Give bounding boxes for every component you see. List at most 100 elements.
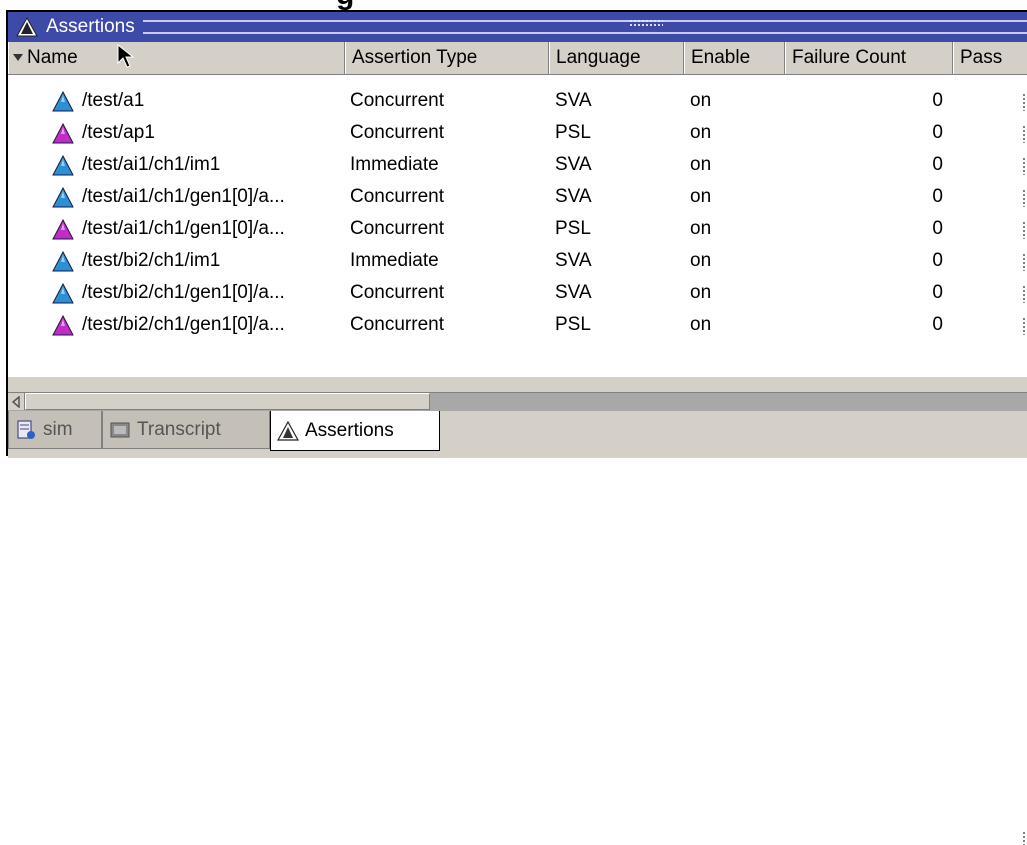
transcript-icon [109,419,131,441]
assertions-icon [14,14,40,40]
scroll-left-arrow-icon [11,395,20,408]
cell-pass-truncated [1022,125,1026,143]
cell-pass-truncated [1022,253,1026,271]
resize-grip-dots [1022,831,1026,845]
column-header-pass-label: Pass [960,47,1003,68]
titlebar-grip[interactable] [142,19,1027,34]
column-header-name[interactable]: Name [8,42,345,74]
cell-failure-count: 0 [932,122,943,143]
column-header-name-label: Name [27,47,78,68]
tab-sim[interactable]: sim [8,411,102,449]
column-header-failure-count-label: Failure Count [792,47,907,68]
cell-pass-truncated [1022,285,1026,303]
scroll-left-button[interactable] [8,393,25,410]
cell-type: Concurrent [350,218,444,239]
tab-transcript-label: Transcript [137,418,221,440]
table-row[interactable]: /test/bi2/ch1/im1 Immediate SVA on 0 [8,245,1027,277]
column-header-language[interactable]: Language [549,42,684,74]
horizontal-scrollbar[interactable] [8,392,1027,411]
cell-failure-count: 0 [932,314,943,335]
cell-type: Immediate [350,154,439,175]
cell-language: SVA [555,282,592,303]
mouse-pointer-icon [117,44,135,68]
cell-pass-truncated [1022,221,1026,239]
psl-assertion-icon [52,219,74,240]
cell-pass-truncated [1022,317,1026,335]
cell-language: PSL [555,218,591,239]
cell-name: /test/bi2/ch1/im1 [82,250,221,271]
cell-pass-truncated [1022,157,1026,175]
cell-failure-count: 0 [932,218,943,239]
cell-failure-count: 0 [932,90,943,111]
pane-titlebar[interactable]: Assertions [8,12,1027,42]
cell-enable: on [690,90,712,111]
cell-language: PSL [555,122,591,143]
scrollbar-thumb[interactable] [25,393,430,410]
table-row[interactable]: /test/bi2/ch1/gen1[0]/a... Concurrent PSL o… [8,309,1027,341]
cell-enable: on [690,154,712,175]
cell-name: /test/bi2/ch1/gen1[0]/a... [82,314,285,335]
tab-sim-label: sim [43,418,73,440]
cell-pass-truncated [1022,189,1026,207]
assertions-window: Assertions Name Assertion Type Language … [6,10,1027,845]
cell-enable: on [690,186,712,207]
column-header-failure-count[interactable]: Failure Count [785,42,953,74]
column-header-row: Name Assertion Type Language Enable Fail… [8,42,1027,75]
column-header-language-label: Language [556,47,641,68]
grip-dots [628,19,663,27]
sva-assertion-icon [52,155,74,176]
cell-enable: on [690,314,712,335]
psl-assertion-icon [52,315,74,336]
tab-transcript[interactable]: Transcript [102,411,270,449]
cell-enable: on [690,122,712,143]
cell-enable: on [690,250,712,271]
cell-language: SVA [555,186,592,207]
pane-title: Assertions [46,16,135,37]
table-row[interactable]: /test/bi2/ch1/gen1[0]/a... Concurrent SVA o… [8,277,1027,309]
cell-enable: on [690,218,712,239]
cell-name: /test/ai1/ch1/gen1[0]/a... [82,218,285,239]
cell-type: Immediate [350,250,439,271]
column-header-type[interactable]: Assertion Type [345,42,549,74]
assertions-tab-icon [277,420,299,442]
cell-language: SVA [555,90,592,111]
cell-type: Concurrent [350,186,444,207]
cell-name: /test/ap1 [82,122,155,143]
table-row[interactable]: /test/ai1/ch1/gen1[0]/a... Concurrent PSL o… [8,213,1027,245]
table-row[interactable]: /test/ap1 Concurrent PSL on 0 [8,117,1027,149]
cell-type: Concurrent [350,90,444,111]
sva-assertion-icon [52,283,74,304]
top-strip: g [0,0,1027,11]
column-header-type-label: Assertion Type [352,47,478,68]
cell-type: Concurrent [350,314,444,335]
column-header-pass[interactable]: Pass [953,42,1027,74]
cell-language: SVA [555,154,592,175]
tab-assertions[interactable]: Assertions [270,411,440,451]
tab-bar: sim Transcript Assertions [8,411,1027,845]
cell-type: Concurrent [350,122,444,143]
sva-assertion-icon [52,91,74,112]
cell-failure-count: 0 [932,282,943,303]
cell-name: /test/ai1/ch1/gen1[0]/a... [82,186,285,207]
table-row[interactable]: /test/ai1/ch1/gen1[0]/a... Concurrent SVA o… [8,181,1027,213]
cell-enable: on [690,282,712,303]
column-header-enable-label: Enable [691,47,751,68]
cell-type: Concurrent [350,282,444,303]
psl-assertion-icon [52,123,74,144]
cell-language: SVA [555,250,592,271]
cell-name: /test/ai1/ch1/im1 [82,154,221,175]
cell-pass-truncated [1022,93,1026,111]
cell-failure-count: 0 [932,250,943,271]
table-row[interactable]: /test/ai1/ch1/im1 Immediate SVA on 0 [8,149,1027,181]
cell-failure-count: 0 [932,154,943,175]
sort-arrow-icon[interactable] [13,54,23,62]
cell-failure-count: 0 [932,186,943,207]
cell-language: PSL [555,314,591,335]
cell-name: /test/a1 [82,90,145,111]
assertions-table-body: /test/a1 Concurrent SVA on 0/test/ap1 Concurr… [8,75,1027,377]
sim-icon [15,419,37,441]
column-header-enable[interactable]: Enable [684,42,785,74]
sva-assertion-icon [52,187,74,208]
table-row[interactable]: /test/a1 Concurrent SVA on 0 [8,85,1027,117]
cell-name: /test/bi2/ch1/gen1[0]/a... [82,282,285,303]
